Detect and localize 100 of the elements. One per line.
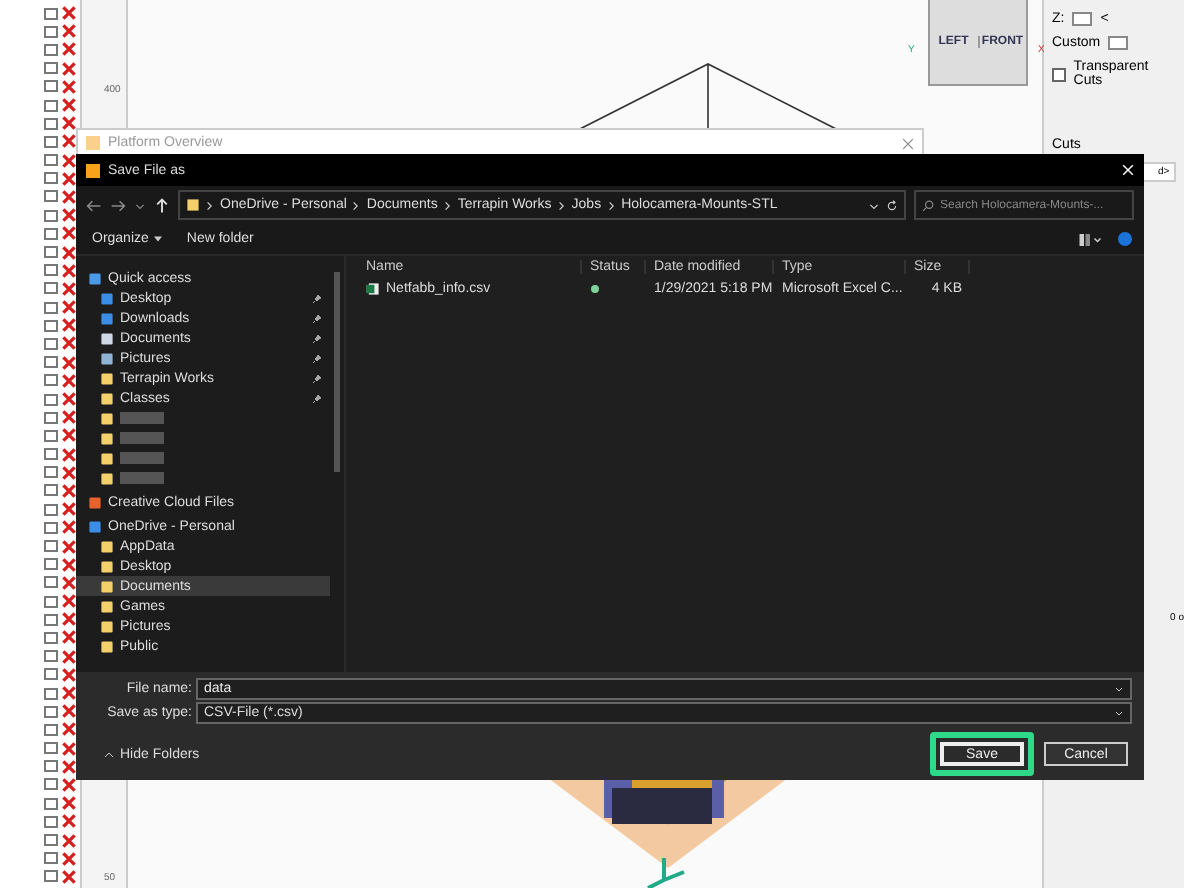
delete-icon[interactable] — [62, 447, 76, 462]
delete-icon[interactable] — [62, 6, 76, 21]
checkbox[interactable] — [44, 411, 58, 424]
forward-arrow-icon[interactable] — [110, 197, 126, 213]
checkbox[interactable] — [44, 448, 58, 461]
checkbox[interactable] — [44, 356, 58, 369]
checkbox[interactable] — [44, 227, 58, 240]
checkbox[interactable] — [44, 301, 58, 314]
back-arrow-icon[interactable] — [86, 197, 102, 213]
delete-icon[interactable] — [62, 245, 76, 260]
pin-icon[interactable] — [312, 313, 322, 323]
checkbox[interactable] — [44, 282, 58, 295]
chevron-right-icon[interactable] — [206, 199, 214, 211]
delete-icon[interactable] — [62, 483, 76, 498]
checkbox[interactable] — [44, 687, 58, 700]
delete-icon[interactable] — [62, 686, 76, 701]
checkbox[interactable] — [44, 135, 58, 148]
delete-icon[interactable] — [62, 208, 76, 223]
delete-icon[interactable] — [62, 116, 76, 131]
delete-icon[interactable] — [62, 851, 76, 866]
delete-icon[interactable] — [62, 630, 76, 645]
checkbox[interactable] — [44, 631, 58, 644]
delete-icon[interactable] — [62, 153, 76, 168]
checkbox[interactable] — [44, 870, 58, 883]
checkbox[interactable] — [44, 25, 58, 38]
input-field[interactable] — [1108, 36, 1129, 50]
chevron-right-icon[interactable] — [352, 199, 361, 211]
delete-icon[interactable] — [62, 373, 76, 388]
delete-icon[interactable] — [62, 741, 76, 756]
checkbox[interactable] — [44, 264, 58, 277]
checkbox[interactable] — [44, 337, 58, 350]
input-field[interactable] — [1072, 12, 1093, 26]
delete-icon[interactable] — [62, 300, 76, 315]
checkbox[interactable] — [44, 797, 58, 810]
help-icon[interactable] — [1118, 232, 1132, 246]
delete-icon[interactable] — [62, 796, 76, 811]
checkbox[interactable] — [44, 62, 58, 75]
delete-icon[interactable] — [62, 24, 76, 39]
checkbox[interactable] — [44, 319, 58, 332]
delete-icon[interactable] — [62, 189, 76, 204]
checkbox[interactable] — [44, 742, 58, 755]
checkbox[interactable] — [44, 815, 58, 828]
checkbox[interactable] — [44, 723, 58, 736]
refresh-icon[interactable] — [886, 199, 898, 211]
chevron-right-icon[interactable] — [557, 199, 566, 211]
delete-icon[interactable] — [62, 98, 76, 113]
delete-icon[interactable] — [62, 428, 76, 443]
delete-icon[interactable] — [62, 759, 76, 774]
delete-icon[interactable] — [62, 722, 76, 737]
delete-icon[interactable] — [62, 281, 76, 296]
delete-icon[interactable] — [62, 777, 76, 792]
checkbox[interactable] — [44, 246, 58, 259]
delete-icon[interactable] — [62, 355, 76, 370]
delete-icon[interactable] — [62, 814, 76, 829]
checkbox[interactable] — [44, 7, 58, 20]
checkbox[interactable] — [44, 503, 58, 516]
checkbox[interactable] — [44, 172, 58, 185]
checkbox[interactable] — [44, 154, 58, 167]
checkbox[interactable] — [44, 576, 58, 589]
checkbox[interactable] — [44, 778, 58, 791]
chevron-right-icon[interactable] — [443, 199, 452, 211]
delete-icon[interactable] — [62, 667, 76, 682]
checkbox[interactable] — [44, 117, 58, 130]
pin-icon[interactable] — [312, 353, 322, 363]
checkbox[interactable] — [44, 190, 58, 203]
checkbox[interactable] — [44, 540, 58, 553]
checkbox[interactable] — [44, 834, 58, 847]
delete-icon[interactable] — [62, 410, 76, 425]
checkbox[interactable] — [44, 484, 58, 497]
checkbox[interactable] — [44, 558, 58, 571]
checkbox[interactable] — [44, 209, 58, 222]
delete-icon[interactable] — [62, 79, 76, 94]
delete-icon[interactable] — [62, 392, 76, 407]
checkbox[interactable] — [44, 466, 58, 479]
checkbox[interactable] — [44, 393, 58, 406]
pin-icon[interactable] — [312, 373, 322, 383]
delete-icon[interactable] — [62, 226, 76, 241]
checkbox[interactable] — [44, 852, 58, 865]
delete-icon[interactable] — [62, 704, 76, 719]
delete-icon[interactable] — [62, 465, 76, 480]
checkbox[interactable] — [44, 595, 58, 608]
delete-icon[interactable] — [62, 336, 76, 351]
checkbox[interactable] — [44, 374, 58, 387]
delete-icon[interactable] — [62, 557, 76, 572]
checkbox[interactable] — [44, 613, 58, 626]
checkbox[interactable] — [44, 80, 58, 93]
checkbox[interactable] — [44, 99, 58, 112]
delete-icon[interactable] — [62, 263, 76, 278]
delete-icon[interactable] — [62, 539, 76, 554]
delete-icon[interactable] — [62, 42, 76, 57]
delete-icon[interactable] — [62, 134, 76, 149]
delete-icon[interactable] — [62, 171, 76, 186]
delete-icon[interactable] — [62, 575, 76, 590]
delete-icon[interactable] — [62, 869, 76, 884]
chevron-right-icon[interactable] — [607, 199, 616, 211]
up-arrow-icon[interactable] — [154, 197, 170, 213]
pin-icon[interactable] — [312, 293, 322, 303]
pin-icon[interactable] — [312, 333, 322, 343]
checkbox[interactable] — [44, 668, 58, 681]
checkbox[interactable] — [44, 705, 58, 718]
